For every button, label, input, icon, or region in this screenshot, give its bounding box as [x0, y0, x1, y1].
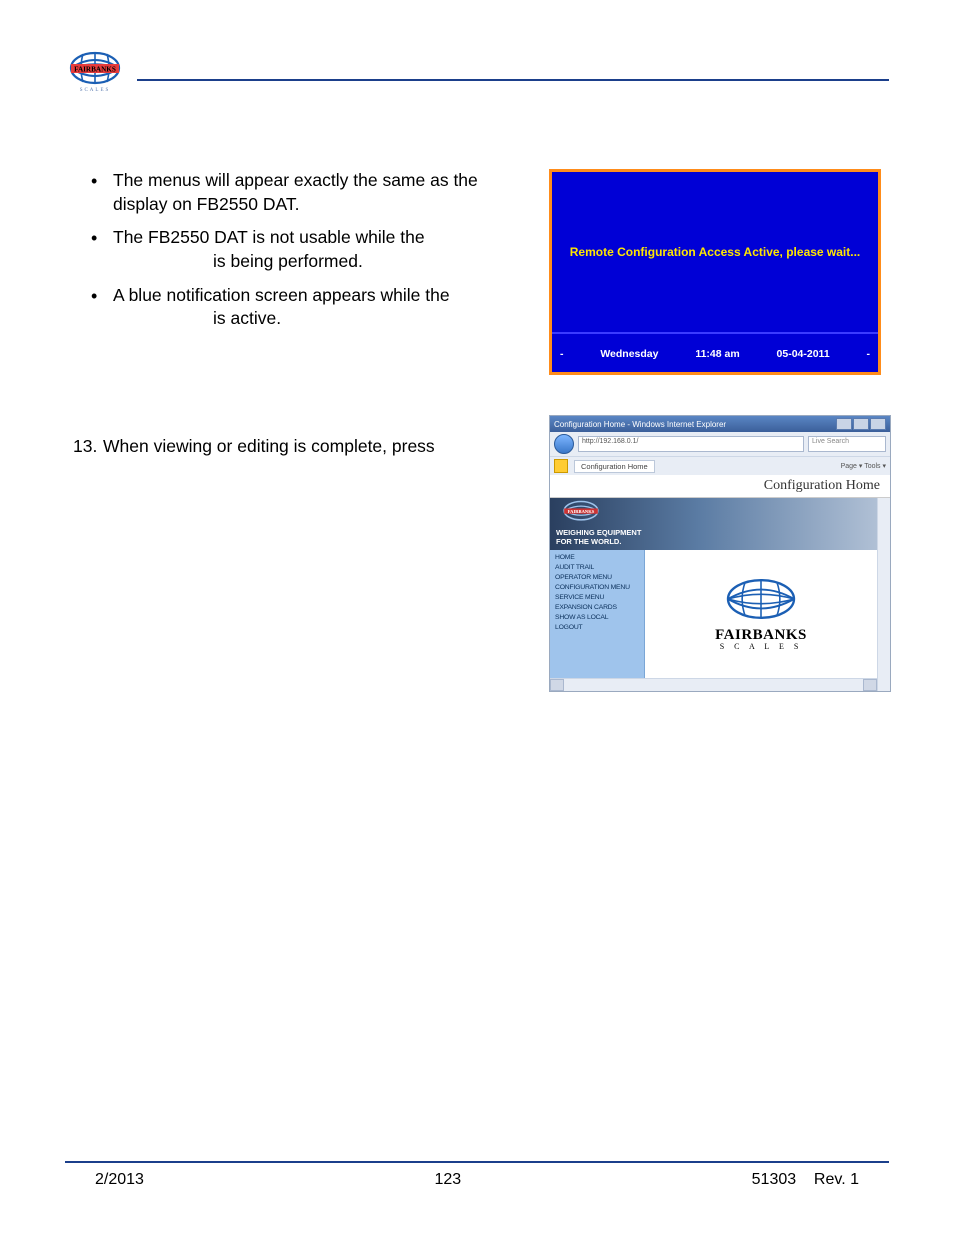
ie-address-bar: http://192.168.0.1/ Live Search — [550, 432, 890, 456]
svg-text:SCALES: SCALES — [80, 88, 111, 93]
bullet-3-line2: is active. — [113, 307, 529, 331]
ie-main-area: FAIRBANKS S C A L E S — [645, 550, 877, 678]
footer-divider — [65, 1161, 889, 1163]
favorites-icon[interactable] — [554, 459, 568, 473]
ie-screenshot-column: Configuration Home - Windows Internet Ex… — [549, 415, 889, 692]
bluescreen-column: Remote Configuration Access Active, plea… — [549, 169, 889, 375]
center-globe-icon — [721, 577, 801, 621]
window-controls — [836, 418, 886, 430]
sidebar-menu: HOME AUDIT TRAIL OPERATOR MENU CONFIGURA… — [550, 550, 645, 678]
content-row-1: The menus will appear exactly the same a… — [65, 169, 889, 375]
back-button[interactable] — [554, 434, 574, 454]
bullet-3: A blue notification screen appears while… — [91, 284, 529, 331]
menu-expansion-cards[interactable]: EXPANSION CARDS — [555, 604, 639, 611]
ie-title-text: Configuration Home - Windows Internet Ex… — [554, 420, 726, 429]
bullet-3-line1: A blue notification screen appears while… — [113, 285, 450, 305]
footer-page-number: 123 — [434, 1171, 461, 1189]
banner-tagline: WEIGHING EQUIPMENT FOR THE WORLD. — [556, 528, 641, 546]
banner-logo-icon: FAIRBANKS — [556, 500, 606, 526]
bullet-2-line2: is being performed. — [113, 250, 529, 274]
menu-audit-trail[interactable]: AUDIT TRAIL — [555, 564, 639, 571]
menu-show-as-local[interactable]: SHOW AS LOCAL — [555, 614, 639, 621]
scroll-left-icon[interactable] — [550, 679, 564, 691]
footer-date: 2/2013 — [95, 1171, 144, 1189]
blue-main-area: Remote Configuration Access Active, plea… — [552, 172, 878, 334]
footer-right: 51303 Rev. 1 — [752, 1171, 859, 1189]
page-footer: 2/2013 123 51303 Rev. 1 — [65, 1161, 889, 1189]
page-heading: Configuration Home — [550, 475, 890, 498]
menu-service[interactable]: SERVICE MENU — [555, 594, 639, 601]
minimize-button[interactable] — [836, 418, 852, 430]
ie-window: Configuration Home - Windows Internet Ex… — [549, 415, 891, 692]
step-13: 13.When viewing or editing is complete, … — [73, 435, 529, 459]
center-logo: FAIRBANKS S C A L E S — [715, 577, 807, 651]
page-banner: FAIRBANKS WEIGHING EQUIPMENT FOR THE WOR… — [550, 498, 877, 550]
scroll-right-icon[interactable] — [863, 679, 877, 691]
status-date: 05-04-2011 — [777, 348, 830, 360]
step-13-number: 13. — [73, 435, 103, 459]
status-time: 11:48 am — [695, 348, 739, 360]
menu-logout[interactable]: LOGOUT — [555, 624, 639, 631]
globe-icon: FAIRBANKS SCALES — [65, 50, 125, 94]
ie-tab-row: Configuration Home Page ▾ Tools ▾ — [550, 456, 890, 475]
ie-page-body: HOME AUDIT TRAIL OPERATOR MENU CONFIGURA… — [550, 550, 877, 678]
status-dash-left: - — [560, 348, 564, 360]
bullet-1: The menus will appear exactly the same a… — [91, 169, 529, 216]
status-dash-right: - — [867, 348, 871, 360]
center-brand-sub: S C A L E S — [715, 642, 807, 651]
bullet-2: The FB2550 DAT is not usable while the i… — [91, 226, 529, 273]
tagline-line1: WEIGHING EQUIPMENT — [556, 528, 641, 537]
svg-text:FAIRBANKS: FAIRBANKS — [568, 509, 595, 514]
tagline-line2: FOR THE WORLD. — [556, 537, 621, 546]
ie-tools[interactable]: Page ▾ Tools ▾ — [841, 462, 886, 470]
blue-status-bar: - Wednesday 11:48 am 05-04-2011 - — [552, 334, 878, 374]
step-13-text: When viewing or editing is complete, pre… — [103, 436, 435, 456]
menu-configuration[interactable]: CONFIGURATION MENU — [555, 584, 639, 591]
step-13-column: 13.When viewing or editing is complete, … — [65, 415, 549, 459]
page-header: FAIRBANKS SCALES — [65, 50, 889, 99]
menu-home[interactable]: HOME — [555, 554, 639, 561]
blue-message: Remote Configuration Access Active, plea… — [570, 245, 861, 259]
footer-rev: Rev. 1 — [814, 1171, 859, 1188]
footer-doc: 51303 — [752, 1171, 797, 1188]
close-button[interactable] — [870, 418, 886, 430]
browser-tab[interactable]: Configuration Home — [574, 460, 655, 473]
ie-title-bar: Configuration Home - Windows Internet Ex… — [550, 416, 890, 432]
brand-name-text: FAIRBANKS — [74, 66, 116, 74]
vertical-scrollbar[interactable] — [877, 498, 890, 691]
blue-notification-screen: Remote Configuration Access Active, plea… — [549, 169, 881, 375]
bullet-list-column: The menus will appear exactly the same a… — [65, 169, 549, 355]
brand-logo: FAIRBANKS SCALES — [65, 50, 125, 99]
url-field[interactable]: http://192.168.0.1/ — [578, 436, 804, 452]
header-divider — [137, 79, 889, 81]
status-day: Wednesday — [600, 348, 658, 360]
menu-operator[interactable]: OPERATOR MENU — [555, 574, 639, 581]
content-row-2: 13.When viewing or editing is complete, … — [65, 415, 889, 692]
horizontal-scrollbar[interactable] — [550, 678, 877, 691]
search-field[interactable]: Live Search — [808, 436, 886, 452]
maximize-button[interactable] — [853, 418, 869, 430]
bullet-2-line1: The FB2550 DAT is not usable while the — [113, 227, 425, 247]
